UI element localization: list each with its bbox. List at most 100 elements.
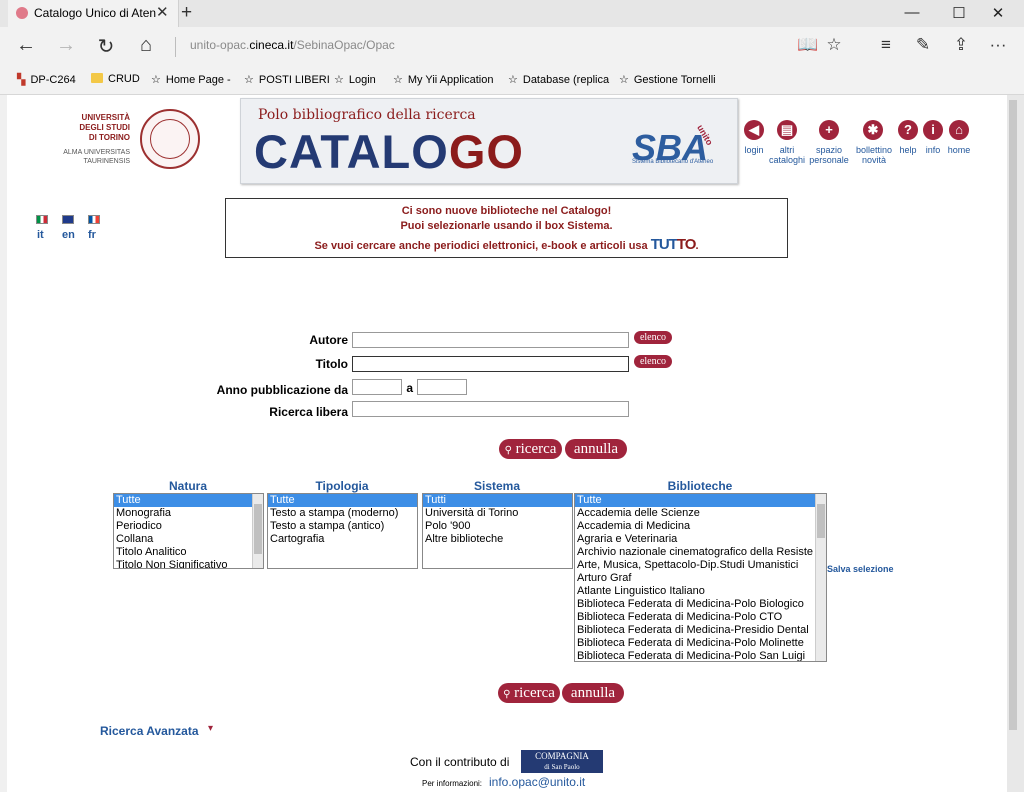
anno-da-input[interactable] bbox=[352, 379, 402, 395]
ricerca-avanzata-link[interactable]: Ricerca Avanzata bbox=[100, 724, 199, 738]
list-option[interactable]: Biblioteca Federata di Medicina-Polo Bio… bbox=[575, 598, 826, 611]
list-option[interactable]: Biblioteca Federata di Medicina-Polo CTO bbox=[575, 611, 826, 624]
favorite-item[interactable]: ☆ POSTI LIBERI bbox=[244, 73, 330, 86]
list-option[interactable]: Biblioteca Federata di Medicina-Polo San… bbox=[575, 650, 826, 661]
login-icon[interactable]: ◀ bbox=[744, 120, 764, 140]
list-option[interactable]: Biblioteca Federata di Medicina-Presidio… bbox=[575, 624, 826, 637]
share-icon[interactable]: ⇪ bbox=[949, 35, 973, 55]
top-link-home[interactable]: home bbox=[943, 145, 975, 155]
contributo-text: Con il contributo di bbox=[410, 755, 510, 769]
list-option[interactable]: Tutte bbox=[268, 494, 417, 507]
home-icon[interactable]: ⌂ bbox=[949, 120, 969, 140]
annulla-button-bottom[interactable]: annulla bbox=[562, 683, 624, 703]
anno-a-input[interactable] bbox=[417, 379, 467, 395]
titolo-elenco-button[interactable]: elenco bbox=[634, 355, 672, 368]
list-option[interactable]: Testo a stampa (antico) bbox=[268, 520, 417, 533]
lang-it-link[interactable]: it bbox=[37, 229, 44, 241]
list-option[interactable]: Biblioteca Federata di Medicina-Polo Mol… bbox=[575, 637, 826, 650]
biblioteche-scrollbar[interactable] bbox=[815, 494, 826, 661]
list-option[interactable]: Monografia bbox=[114, 507, 263, 520]
maximize-button[interactable]: ☐ bbox=[944, 4, 974, 22]
titolo-input[interactable] bbox=[352, 356, 629, 372]
list-option[interactable]: Titolo Analitico bbox=[114, 546, 263, 559]
more-icon[interactable]: ··· bbox=[986, 35, 1010, 55]
favorite-item[interactable]: CRUD bbox=[91, 73, 140, 85]
page-scrollbar-thumb[interactable] bbox=[1009, 100, 1017, 730]
biblioteche-listbox[interactable]: Tutte Accademia delle Scienze Accademia … bbox=[574, 493, 827, 662]
plus-icon[interactable]: + bbox=[819, 120, 839, 140]
list-option[interactable]: Arte, Musica, Spettacolo-Dip.Studi Umani… bbox=[575, 559, 826, 572]
lang-fr-link[interactable]: fr bbox=[88, 229, 96, 241]
list-option[interactable]: Polo '900 bbox=[423, 520, 572, 533]
notice-end: . bbox=[695, 240, 699, 252]
web-note-icon[interactable]: ✎ bbox=[911, 35, 935, 55]
info-icon[interactable]: i bbox=[923, 120, 943, 140]
url-field[interactable]: unito-opac.cineca.it/SebinaOpac/Opac bbox=[190, 38, 395, 52]
favorite-label: POSTI LIBERI bbox=[258, 74, 330, 86]
uk-flag-icon[interactable] bbox=[62, 215, 74, 224]
close-window-button[interactable]: ✕ bbox=[983, 4, 1013, 22]
natura-scrollbar[interactable] bbox=[252, 494, 263, 568]
reading-view-icon[interactable]: 📖 bbox=[796, 35, 820, 55]
autore-input[interactable] bbox=[352, 332, 629, 348]
favorite-item[interactable]: ☆ Gestione Tornelli bbox=[619, 73, 716, 86]
natura-listbox[interactable]: Tutte Monografia Periodico Collana Titol… bbox=[113, 493, 264, 569]
list-option[interactable]: Arturo Graf bbox=[575, 572, 826, 585]
list-option[interactable]: Testo a stampa (moderno) bbox=[268, 507, 417, 520]
catalogs-icon[interactable]: ▤ bbox=[777, 120, 797, 140]
minimize-button[interactable]: — bbox=[897, 4, 927, 21]
list-option[interactable]: Agraria e Veterinaria bbox=[575, 533, 826, 546]
sistema-listbox[interactable]: Tutti Università di Torino Polo '900 Alt… bbox=[422, 493, 573, 569]
home-button[interactable]: ⌂ bbox=[133, 34, 159, 57]
news-icon[interactable]: ✱ bbox=[863, 120, 883, 140]
list-option[interactable]: Periodico bbox=[114, 520, 263, 533]
favorite-item[interactable]: ▚ DP-C264 bbox=[17, 73, 76, 86]
list-option[interactable]: Archivio nazionale cinematografico della… bbox=[575, 546, 826, 559]
autore-elenco-button[interactable]: elenco bbox=[634, 331, 672, 344]
biblioteche-scrollbar-thumb[interactable] bbox=[817, 504, 825, 538]
browser-tab[interactable]: Catalogo Unico di Atene ✕ bbox=[8, 0, 179, 27]
chevron-down-icon[interactable]: ▾ bbox=[208, 723, 213, 734]
favorite-item[interactable]: ☆ My Yii Application bbox=[393, 73, 493, 86]
list-option[interactable]: Accademia di Medicina bbox=[575, 520, 826, 533]
list-option[interactable]: Atlante Linguistico Italiano bbox=[575, 585, 826, 598]
salva-selezione-link[interactable]: Salva selezione bbox=[827, 564, 894, 574]
favorite-item[interactable]: ☆ Home Page - bbox=[151, 73, 231, 86]
list-option[interactable]: Tutti bbox=[423, 494, 572, 507]
natura-scrollbar-thumb[interactable] bbox=[254, 504, 262, 554]
list-option[interactable]: Collana bbox=[114, 533, 263, 546]
favorite-item[interactable]: ☆ Database (replica bbox=[508, 73, 609, 86]
top-link-bollettino[interactable]: bollettino novità bbox=[851, 145, 897, 165]
university-seal-inner bbox=[150, 119, 190, 159]
list-option[interactable]: Tutte bbox=[114, 494, 263, 507]
top-link-altri-cataloghi[interactable]: altri cataloghi bbox=[766, 145, 808, 165]
tutto-link[interactable]: TUTTO bbox=[651, 236, 697, 253]
french-flag-icon[interactable] bbox=[88, 215, 100, 224]
list-option[interactable]: Università di Torino bbox=[423, 507, 572, 520]
refresh-button[interactable]: ↻ bbox=[93, 34, 119, 59]
ricerca-button-top[interactable]: ⚲ ricerca bbox=[499, 439, 562, 459]
annulla-button-top[interactable]: annulla bbox=[565, 439, 627, 459]
forward-button[interactable]: → bbox=[53, 34, 79, 57]
back-button[interactable]: ← bbox=[13, 34, 39, 57]
favorite-item[interactable]: ☆ Login bbox=[334, 73, 376, 86]
list-option[interactable]: Altre biblioteche bbox=[423, 533, 572, 546]
help-icon[interactable]: ? bbox=[898, 120, 918, 140]
hub-icon[interactable]: ≡ bbox=[874, 35, 898, 55]
tipologia-listbox[interactable]: Tutte Testo a stampa (moderno) Testo a s… bbox=[267, 493, 418, 569]
list-option[interactable]: Titolo Non Significativo bbox=[114, 559, 263, 568]
list-option[interactable]: Cartografia bbox=[268, 533, 417, 546]
top-link-label: personale bbox=[809, 155, 849, 165]
favorite-star-icon[interactable]: ☆ bbox=[822, 35, 846, 55]
lang-en-link[interactable]: en bbox=[62, 229, 75, 241]
top-link-help[interactable]: help bbox=[894, 145, 922, 155]
ricerca-button-bottom[interactable]: ⚲ ricerca bbox=[498, 683, 560, 703]
list-option[interactable]: Tutte bbox=[575, 494, 826, 507]
ricerca-libera-input[interactable] bbox=[352, 401, 629, 417]
info-mail-link[interactable]: info.opac@unito.it bbox=[489, 775, 585, 789]
list-option[interactable]: Accademia delle Scienze bbox=[575, 507, 826, 520]
italian-flag-icon[interactable] bbox=[36, 215, 48, 224]
tab-close-icon[interactable]: ✕ bbox=[156, 3, 169, 21]
top-link-spazio-personale[interactable]: spazio personale bbox=[806, 145, 852, 165]
new-tab-button[interactable]: + bbox=[181, 2, 192, 24]
